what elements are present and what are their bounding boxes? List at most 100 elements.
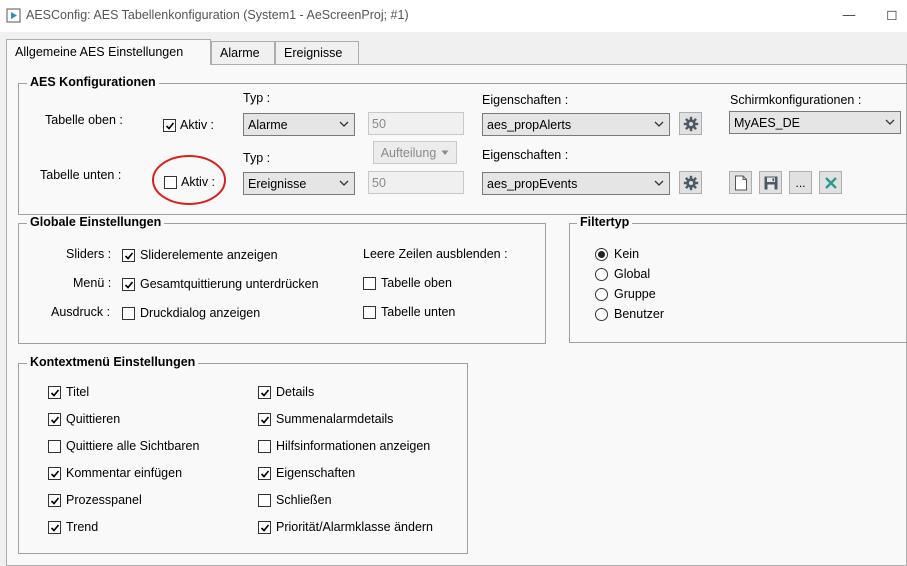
chevron-down-icon bbox=[339, 180, 349, 186]
chevron-down-icon bbox=[654, 180, 664, 186]
checkmark-icon bbox=[260, 388, 269, 397]
filter-user-radio[interactable] bbox=[595, 308, 608, 321]
ctx-change-priority-label: Priorität/Alarmklasse ändern bbox=[276, 520, 434, 534]
highlight-ellipse bbox=[152, 155, 226, 205]
menu-label: Menü : bbox=[73, 276, 112, 290]
ctx-title-checkbox[interactable] bbox=[48, 386, 61, 399]
table-bottom-type-select[interactable]: Ereignisse bbox=[243, 172, 355, 195]
table-top-type-select[interactable]: Alarme bbox=[243, 113, 355, 136]
context-menu-title: Kontextmenü Einstellungen bbox=[27, 355, 199, 369]
ctx-acknowledge-checkbox[interactable] bbox=[48, 413, 61, 426]
menu-check-label: Gesamtquittierung unterdrücken bbox=[140, 277, 319, 291]
table-top-label: Tabelle oben : bbox=[45, 113, 123, 127]
ctx-ack-all-visible-label: Quittiere alle Sichtbaren bbox=[66, 439, 200, 453]
filter-group-radio[interactable] bbox=[595, 288, 608, 301]
filter-type-title: Filtertyp bbox=[577, 215, 633, 229]
ctx-properties-label: Eigenschaften bbox=[276, 466, 356, 480]
table-top-active-checkbox[interactable] bbox=[163, 119, 176, 132]
ctx-title-label: Titel bbox=[66, 385, 90, 399]
empty-rows-top-checkbox[interactable] bbox=[363, 277, 376, 290]
ctx-change-priority-checkbox[interactable] bbox=[258, 521, 271, 534]
filter-user-label: Benutzer bbox=[614, 307, 665, 321]
ctx-properties-checkbox[interactable] bbox=[258, 467, 271, 480]
filter-global-label: Global bbox=[614, 267, 651, 281]
table-bottom-count-field[interactable]: 50 bbox=[368, 171, 464, 194]
checkmark-icon bbox=[260, 469, 269, 478]
print-checkbox[interactable] bbox=[122, 307, 135, 320]
ctx-add-comment-checkbox[interactable] bbox=[48, 467, 61, 480]
more-button[interactable]: ... bbox=[789, 171, 812, 194]
filter-group-label: Gruppe bbox=[614, 287, 656, 301]
checkmark-icon bbox=[50, 523, 59, 532]
table-top-active-label: Aktiv : bbox=[180, 118, 215, 132]
screen-config-value: MyAES_DE bbox=[734, 115, 800, 130]
maximize-button[interactable]: ☐ bbox=[877, 4, 907, 26]
checkmark-icon bbox=[165, 121, 174, 130]
sliders-checkbox[interactable] bbox=[122, 249, 135, 262]
gear-icon bbox=[683, 116, 698, 131]
app-icon bbox=[6, 8, 21, 23]
empty-rows-top-label: Tabelle oben bbox=[381, 276, 452, 290]
ctx-acknowledge-label: Quittieren bbox=[66, 412, 121, 426]
screen-config-select[interactable]: MyAES_DE bbox=[729, 111, 901, 134]
ctx-sum-alarm-details-checkbox[interactable] bbox=[258, 413, 271, 426]
window-title: AESConfig: AES Tabellenkonfiguration (Sy… bbox=[26, 8, 409, 22]
checkmark-icon bbox=[124, 280, 133, 289]
sliders-check-label: Sliderelemente anzeigen bbox=[140, 248, 278, 262]
ctx-sum-alarm-details-label: Summenalarmdetails bbox=[276, 412, 394, 426]
ctx-trend-checkbox[interactable] bbox=[48, 521, 61, 534]
ctx-help-info-label: Hilfsinformationen anzeigen bbox=[276, 439, 431, 453]
table-top-properties-value: aes_propAlerts bbox=[487, 117, 572, 132]
ctx-details-checkbox[interactable] bbox=[258, 386, 271, 399]
checkmark-icon bbox=[50, 388, 59, 397]
tab-general-settings[interactable]: Allgemeine AES Einstellungen bbox=[6, 39, 211, 65]
delete-config-button[interactable] bbox=[819, 171, 842, 194]
empty-rows-bottom-label: Tabelle unten bbox=[381, 305, 456, 319]
split-dropdown-button[interactable]: Aufteilung bbox=[373, 141, 457, 164]
table-top-properties-settings-button[interactable] bbox=[679, 112, 702, 135]
chevron-down-icon bbox=[654, 121, 664, 127]
ctx-trend-label: Trend bbox=[66, 520, 99, 534]
table-bottom-properties-select[interactable]: aes_propEvents bbox=[482, 172, 670, 195]
new-file-icon bbox=[734, 175, 747, 190]
filter-type-group bbox=[569, 223, 907, 343]
tab-alarms[interactable]: Alarme bbox=[211, 41, 275, 64]
filter-global-radio[interactable] bbox=[595, 268, 608, 281]
minimize-button[interactable]: — bbox=[834, 4, 864, 26]
filter-none-radio[interactable] bbox=[595, 248, 608, 261]
table-bottom-type-value: Ereignisse bbox=[248, 176, 307, 191]
checkmark-icon bbox=[260, 415, 269, 424]
table-bottom-label: Tabelle unten : bbox=[40, 168, 122, 182]
table-top-properties-select[interactable]: aes_propAlerts bbox=[482, 113, 670, 136]
checkmark-icon bbox=[124, 251, 133, 260]
tab-events[interactable]: Ereignisse bbox=[275, 41, 359, 64]
new-config-button[interactable] bbox=[729, 171, 752, 194]
chevron-down-icon bbox=[441, 150, 449, 155]
filter-none-label: Kein bbox=[614, 247, 640, 261]
ctx-ack-all-visible-checkbox[interactable] bbox=[48, 440, 61, 453]
menu-checkbox[interactable] bbox=[122, 278, 135, 291]
table-top-properties-label: Eigenschaften : bbox=[482, 93, 569, 107]
table-top-type-label: Typ : bbox=[243, 91, 271, 105]
ctx-close-label: Schließen bbox=[276, 493, 332, 507]
ctx-close-checkbox[interactable] bbox=[258, 494, 271, 507]
gear-icon bbox=[683, 175, 698, 190]
table-bottom-properties-settings-button[interactable] bbox=[679, 171, 702, 194]
empty-rows-bottom-checkbox[interactable] bbox=[363, 306, 376, 319]
ctx-process-panel-checkbox[interactable] bbox=[48, 494, 61, 507]
radio-selected-dot bbox=[598, 251, 605, 258]
aes-config-title: AES Konfigurationen bbox=[27, 75, 159, 89]
empty-rows-label: Leere Zeilen ausblenden : bbox=[363, 247, 508, 261]
chevron-down-icon bbox=[339, 121, 349, 127]
ctx-help-info-checkbox[interactable] bbox=[258, 440, 271, 453]
table-bottom-type-label: Typ : bbox=[243, 151, 271, 165]
save-config-button[interactable] bbox=[759, 171, 782, 194]
checkmark-icon bbox=[260, 523, 269, 532]
table-top-count-field[interactable]: 50 bbox=[368, 112, 464, 135]
ctx-process-panel-label: Prozesspanel bbox=[66, 493, 142, 507]
save-icon bbox=[764, 176, 777, 189]
tab-panel: AES Konfigurationen Tabelle oben : Aktiv… bbox=[6, 64, 907, 566]
close-icon bbox=[824, 176, 837, 189]
screen-config-label: Schirmkonfigurationen : bbox=[730, 93, 862, 107]
split-button-label: Aufteilung bbox=[380, 145, 437, 160]
